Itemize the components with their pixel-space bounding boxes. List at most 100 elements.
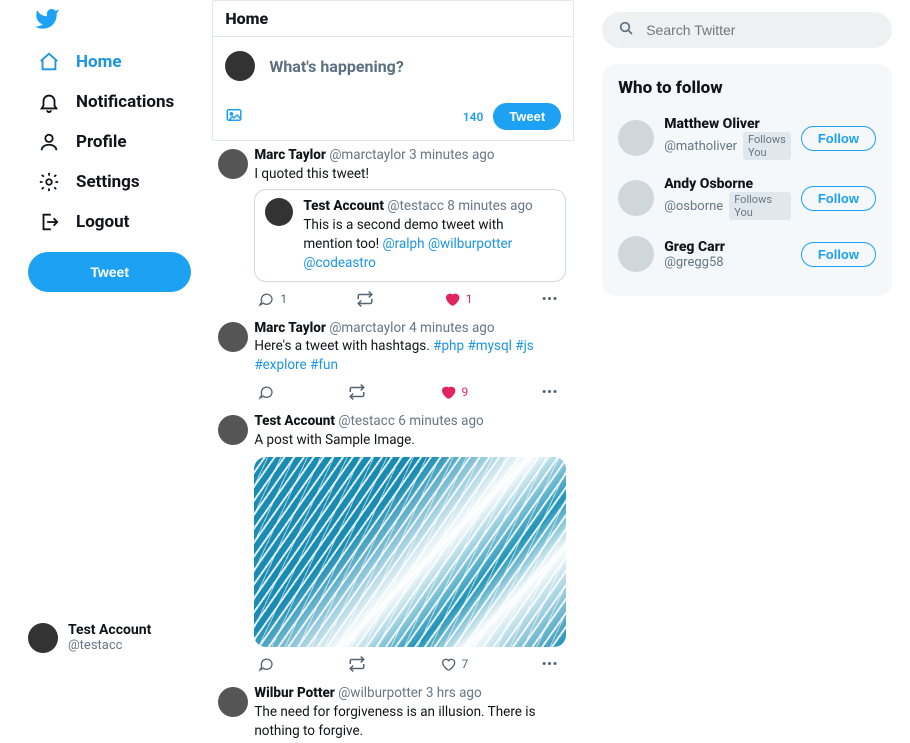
link[interactable]: @ralph <box>383 236 425 252</box>
sidebar-item-settings[interactable]: Settings <box>28 162 211 202</box>
like-button[interactable]: 9 <box>440 384 469 400</box>
suggestion-name[interactable]: Greg Carr <box>664 239 791 255</box>
suggestion-handle[interactable]: @gregg58 <box>664 255 723 270</box>
follow-suggestion[interactable]: Greg Carr@gregg58 Follow <box>616 228 878 280</box>
app-logo[interactable] <box>28 6 211 42</box>
author-handle[interactable]: @wilburpotter <box>338 685 422 701</box>
user-icon <box>38 131 60 153</box>
author-name[interactable]: Marc Taylor <box>254 147 326 163</box>
sidebar-item-notifications[interactable]: Notifications <box>28 82 211 122</box>
compose-placeholder[interactable]: What's happening? <box>269 57 403 76</box>
bell-icon <box>38 91 60 113</box>
reply-button[interactable] <box>258 384 274 400</box>
gear-icon <box>38 171 60 193</box>
suggestion-handle[interactable]: @osborne <box>664 199 723 214</box>
link[interactable]: #php <box>433 338 464 354</box>
search-icon <box>618 20 634 40</box>
avatar <box>618 236 654 272</box>
timestamp: 4 minutes ago <box>409 320 494 336</box>
author-name[interactable]: Marc Taylor <box>254 320 326 336</box>
link[interactable]: #mysql <box>467 338 511 354</box>
author-name[interactable]: Test Account <box>303 198 384 214</box>
suggestion-name[interactable]: Matthew Oliver <box>664 116 791 132</box>
tweet-text: A post with Sample Image. <box>254 431 566 450</box>
sidebar-item-label: Profile <box>76 132 127 152</box>
page-title: Home <box>213 1 573 37</box>
link[interactable]: #fun <box>310 357 338 373</box>
more-button[interactable]: ••• <box>542 657 558 671</box>
retweet-button[interactable] <box>356 290 374 308</box>
author-handle[interactable]: @marctaylor <box>329 320 405 336</box>
tweet-text: This is a second demo tweet with mention… <box>303 216 555 273</box>
avatar <box>618 120 654 156</box>
tweet-actions: 1 1 ••• <box>254 282 566 314</box>
link[interactable]: @wilburpotter <box>428 236 512 252</box>
author-handle[interactable]: @testacc <box>338 413 395 429</box>
search-box[interactable] <box>602 12 892 48</box>
right-column: Who to follow Matthew Oliver @matholiver F… <box>574 0 910 743</box>
tweet[interactable]: Marc Taylor @marctaylor 3 minutes agoI q… <box>212 143 574 316</box>
follows-you-badge: Follows You <box>743 132 791 160</box>
quoted-tweet[interactable]: Test Account @testacc 8 minutes agoThis … <box>254 189 566 281</box>
follow-button[interactable]: Follow <box>801 126 876 151</box>
tweet[interactable]: Test Account @testacc 6 minutes agoA pos… <box>212 409 574 681</box>
tweet[interactable]: Marc Taylor @marctaylor 4 minutes agoHer… <box>212 316 574 409</box>
follow-button[interactable]: Follow <box>801 242 876 267</box>
who-to-follow-title: Who to follow <box>616 74 878 108</box>
link[interactable]: @codeastro <box>303 255 376 271</box>
who-to-follow-panel: Who to follow Matthew Oliver @matholiver F… <box>602 64 892 296</box>
tweet-text: Here's a tweet with hashtags. #php #mysq… <box>254 337 566 375</box>
follow-suggestion[interactable]: Matthew Oliver @matholiver Follows You Foll… <box>616 108 878 168</box>
tweet-image[interactable] <box>254 457 566 647</box>
current-user-name: Test Account <box>68 622 151 638</box>
avatar <box>225 51 255 81</box>
author-name[interactable]: Test Account <box>254 413 335 429</box>
image-upload-icon[interactable] <box>225 106 243 128</box>
link[interactable]: #js <box>515 338 534 354</box>
logout-icon <box>38 211 60 233</box>
retweet-button[interactable] <box>348 383 366 401</box>
home-icon <box>38 51 60 73</box>
sidebar-item-label: Logout <box>76 212 129 232</box>
avatar <box>28 623 58 653</box>
sidebar-item-home[interactable]: Home <box>28 42 211 82</box>
retweet-button[interactable] <box>348 655 366 673</box>
author-handle[interactable]: @marctaylor <box>329 147 405 163</box>
timestamp: 3 hrs ago <box>426 685 482 701</box>
avatar[interactable] <box>218 415 248 445</box>
more-button[interactable]: ••• <box>542 385 558 399</box>
sidebar-tweet-button[interactable]: Tweet <box>28 252 191 292</box>
avatar <box>265 198 293 226</box>
tweet-text: The need for forgiveness is an illusion.… <box>254 703 566 741</box>
follow-button[interactable]: Follow <box>801 186 876 211</box>
author-name[interactable]: Wilbur Potter <box>254 685 335 701</box>
timestamp: 3 minutes ago <box>409 147 494 163</box>
reply-button[interactable]: 1 <box>258 291 287 307</box>
follows-you-badge: Follows You <box>729 192 791 220</box>
suggestion-name[interactable]: Andy Osborne <box>664 176 791 192</box>
sidebar-item-profile[interactable]: Profile <box>28 122 211 162</box>
tweet[interactable]: Wilbur Potter @wilburpotter 3 hrs ago The… <box>212 681 574 742</box>
like-button[interactable]: 1 <box>444 291 473 307</box>
compose-row[interactable]: What's happening? <box>213 37 573 95</box>
author-handle[interactable]: @testacc <box>387 198 444 214</box>
search-input[interactable] <box>646 22 876 38</box>
compose-submit-button[interactable]: Tweet <box>493 103 561 130</box>
avatar[interactable] <box>218 687 248 717</box>
avatar[interactable] <box>218 322 248 352</box>
current-user[interactable]: Test Account @testacc <box>28 614 211 669</box>
compose-card: Home What's happening? 140 Tweet <box>212 0 574 141</box>
sidebar-item-label: Home <box>76 52 122 72</box>
char-counter: 140 <box>463 110 484 124</box>
like-button[interactable]: 7 <box>440 656 469 672</box>
sidebar-item-logout[interactable]: Logout <box>28 202 211 242</box>
suggestion-handle[interactable]: @matholiver <box>664 139 737 154</box>
reply-button[interactable] <box>258 656 274 672</box>
link[interactable]: #explore <box>254 357 306 373</box>
tweet-actions: 9 ••• <box>254 375 566 407</box>
tweet-actions: 7 ••• <box>254 647 566 679</box>
avatar <box>618 180 654 216</box>
follow-suggestion[interactable]: Andy Osborne @osborne Follows You Follow <box>616 168 878 228</box>
avatar[interactable] <box>218 149 248 179</box>
more-button[interactable]: ••• <box>542 292 558 306</box>
